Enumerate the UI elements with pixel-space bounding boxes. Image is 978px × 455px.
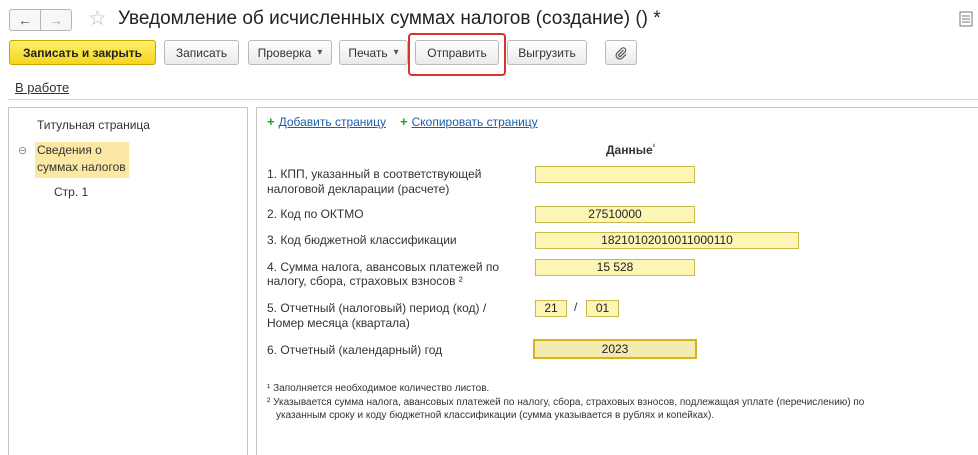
tree-item-page-1[interactable]: Стр. 1 xyxy=(54,185,88,199)
copy-page-label: Скопировать страницу xyxy=(411,115,538,129)
period-code-field[interactable]: 21 xyxy=(535,300,567,317)
row4-label-line1: 4. Сумма налога, авансовых платежей по xyxy=(267,260,500,274)
row4-label-line2: налогу, сбора, страховых взносов ² xyxy=(267,274,463,288)
document-icon[interactable] xyxy=(959,11,973,27)
favorite-star-icon[interactable]: ☆ xyxy=(88,8,107,29)
year-field[interactable]: 2023 xyxy=(533,339,697,359)
row1-label-line1: 1. КПП, указанный в соответствующей xyxy=(267,167,482,181)
check-label: Проверка xyxy=(257,45,312,60)
tree-item-tax-sums-line1: Сведения о xyxy=(37,143,102,157)
command-bar: Записать и закрыть Записать Проверка Печ… xyxy=(0,40,978,68)
data-column-header-sup: ¹ xyxy=(652,142,656,151)
footnote-2-line2: указанным сроку и коду бюджетной классиф… xyxy=(276,410,715,421)
window-title: Уведомление об исчисленных суммах налого… xyxy=(118,8,661,29)
tree-item-title-page[interactable]: Титульная страница xyxy=(37,118,150,132)
row3-label: 3. Код бюджетной классификации xyxy=(267,233,457,247)
row5-label-line1: 5. Отчетный (налоговый) период (код) / xyxy=(267,301,487,315)
form-panel: + Добавить страницу + Скопировать страницу… xyxy=(256,107,978,455)
kpp-field[interactable] xyxy=(535,166,695,183)
oktmo-field[interactable]: 27510000 xyxy=(535,206,695,223)
row1-label-line2: налоговой декларации (расчете) xyxy=(267,182,450,196)
divider xyxy=(8,99,978,100)
arrow-right-icon: → xyxy=(49,12,63,28)
row6-label: 6. Отчетный (календарный) год xyxy=(267,343,443,357)
data-column-header-text: Данные xyxy=(606,143,653,157)
tree-item-tax-sums-line2: суммах налогов xyxy=(37,160,126,174)
kbk-field[interactable]: 18210102010011000110 xyxy=(535,232,799,249)
footnote-2-line1: ² Указывается сумма налога, авансовых пл… xyxy=(267,397,865,408)
paperclip-icon xyxy=(615,46,627,60)
plus-icon: + xyxy=(267,114,275,129)
add-page-label: Добавить страницу xyxy=(278,115,387,129)
send-button[interactable]: Отправить xyxy=(415,40,499,65)
add-page-link[interactable]: + Добавить страницу xyxy=(267,114,386,129)
period-separator: / xyxy=(574,300,578,314)
data-column-header: Данные¹ xyxy=(606,142,655,157)
back-button[interactable]: ← xyxy=(9,9,41,31)
page-tree: Титульная страница ⊖ Сведения о суммах н… xyxy=(8,107,248,455)
arrow-left-icon: ← xyxy=(18,12,32,28)
export-button[interactable]: Выгрузить xyxy=(507,40,587,65)
copy-page-link[interactable]: + Скопировать страницу xyxy=(400,114,538,129)
month-number-field[interactable]: 01 xyxy=(586,300,619,317)
plus-icon: + xyxy=(400,114,408,129)
check-dropdown-button[interactable]: Проверка xyxy=(248,40,332,65)
tax-amount-field[interactable]: 15 528 xyxy=(535,259,695,276)
attach-button[interactable] xyxy=(605,40,637,65)
forward-button[interactable]: → xyxy=(40,9,72,31)
collapse-toggle-icon[interactable]: ⊖ xyxy=(18,144,27,157)
tree-item-tax-sums[interactable]: Сведения о суммах налогов xyxy=(35,142,129,178)
print-dropdown-button[interactable]: Печать xyxy=(339,40,408,65)
footnote-1: ¹ Заполняется необходимое количество лис… xyxy=(267,383,490,394)
print-label: Печать xyxy=(348,45,388,60)
status-link[interactable]: В работе xyxy=(15,80,69,95)
save-and-close-button[interactable]: Записать и закрыть xyxy=(9,40,156,65)
row5-label-line2: Номер месяца (квартала) xyxy=(267,316,410,330)
row2-label: 2. Код по ОКТМО xyxy=(267,207,364,221)
title-bar: ← → ☆ Уведомление об исчисленных суммах … xyxy=(0,0,978,38)
save-button[interactable]: Записать xyxy=(164,40,239,65)
